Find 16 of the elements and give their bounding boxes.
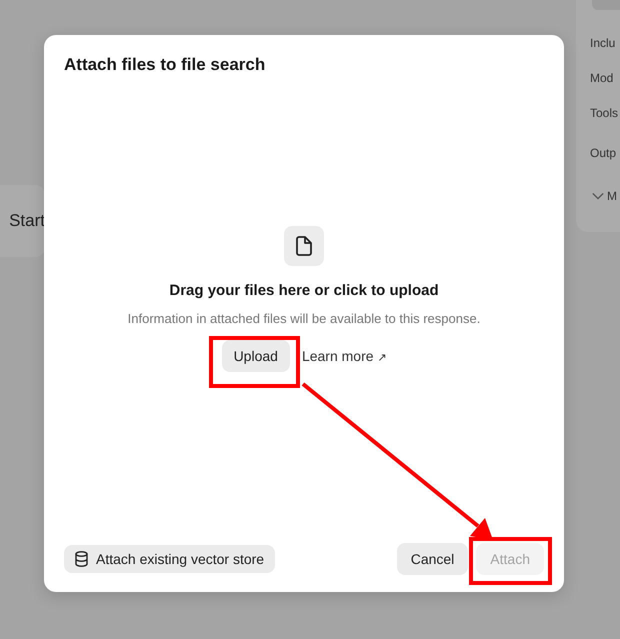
upload-button[interactable]: Upload bbox=[222, 340, 290, 372]
learn-more-link[interactable]: Learn more ↗ bbox=[302, 348, 386, 364]
side-toggle-label[interactable]: M bbox=[607, 189, 617, 203]
start-button[interactable]: Start bbox=[0, 185, 45, 257]
chevron-down-icon bbox=[592, 192, 604, 200]
dialog-title: Attach files to file search bbox=[64, 55, 266, 75]
drop-description: Information in attached files will be available to this response. bbox=[128, 311, 480, 326]
database-icon bbox=[75, 551, 88, 567]
dialog-button[interactable]: Cancel bbox=[396, 543, 468, 575]
vector-store-button[interactable]: Attach existing vector store bbox=[64, 545, 276, 573]
side-label: Inclu bbox=[589, 35, 616, 52]
side-label: Outp bbox=[589, 145, 618, 162]
drop-heading: Drag your files here or click to upload bbox=[169, 282, 439, 299]
side-label: Mod bbox=[589, 70, 614, 87]
side-label: Tools bbox=[589, 105, 620, 122]
file-icon bbox=[284, 226, 324, 266]
